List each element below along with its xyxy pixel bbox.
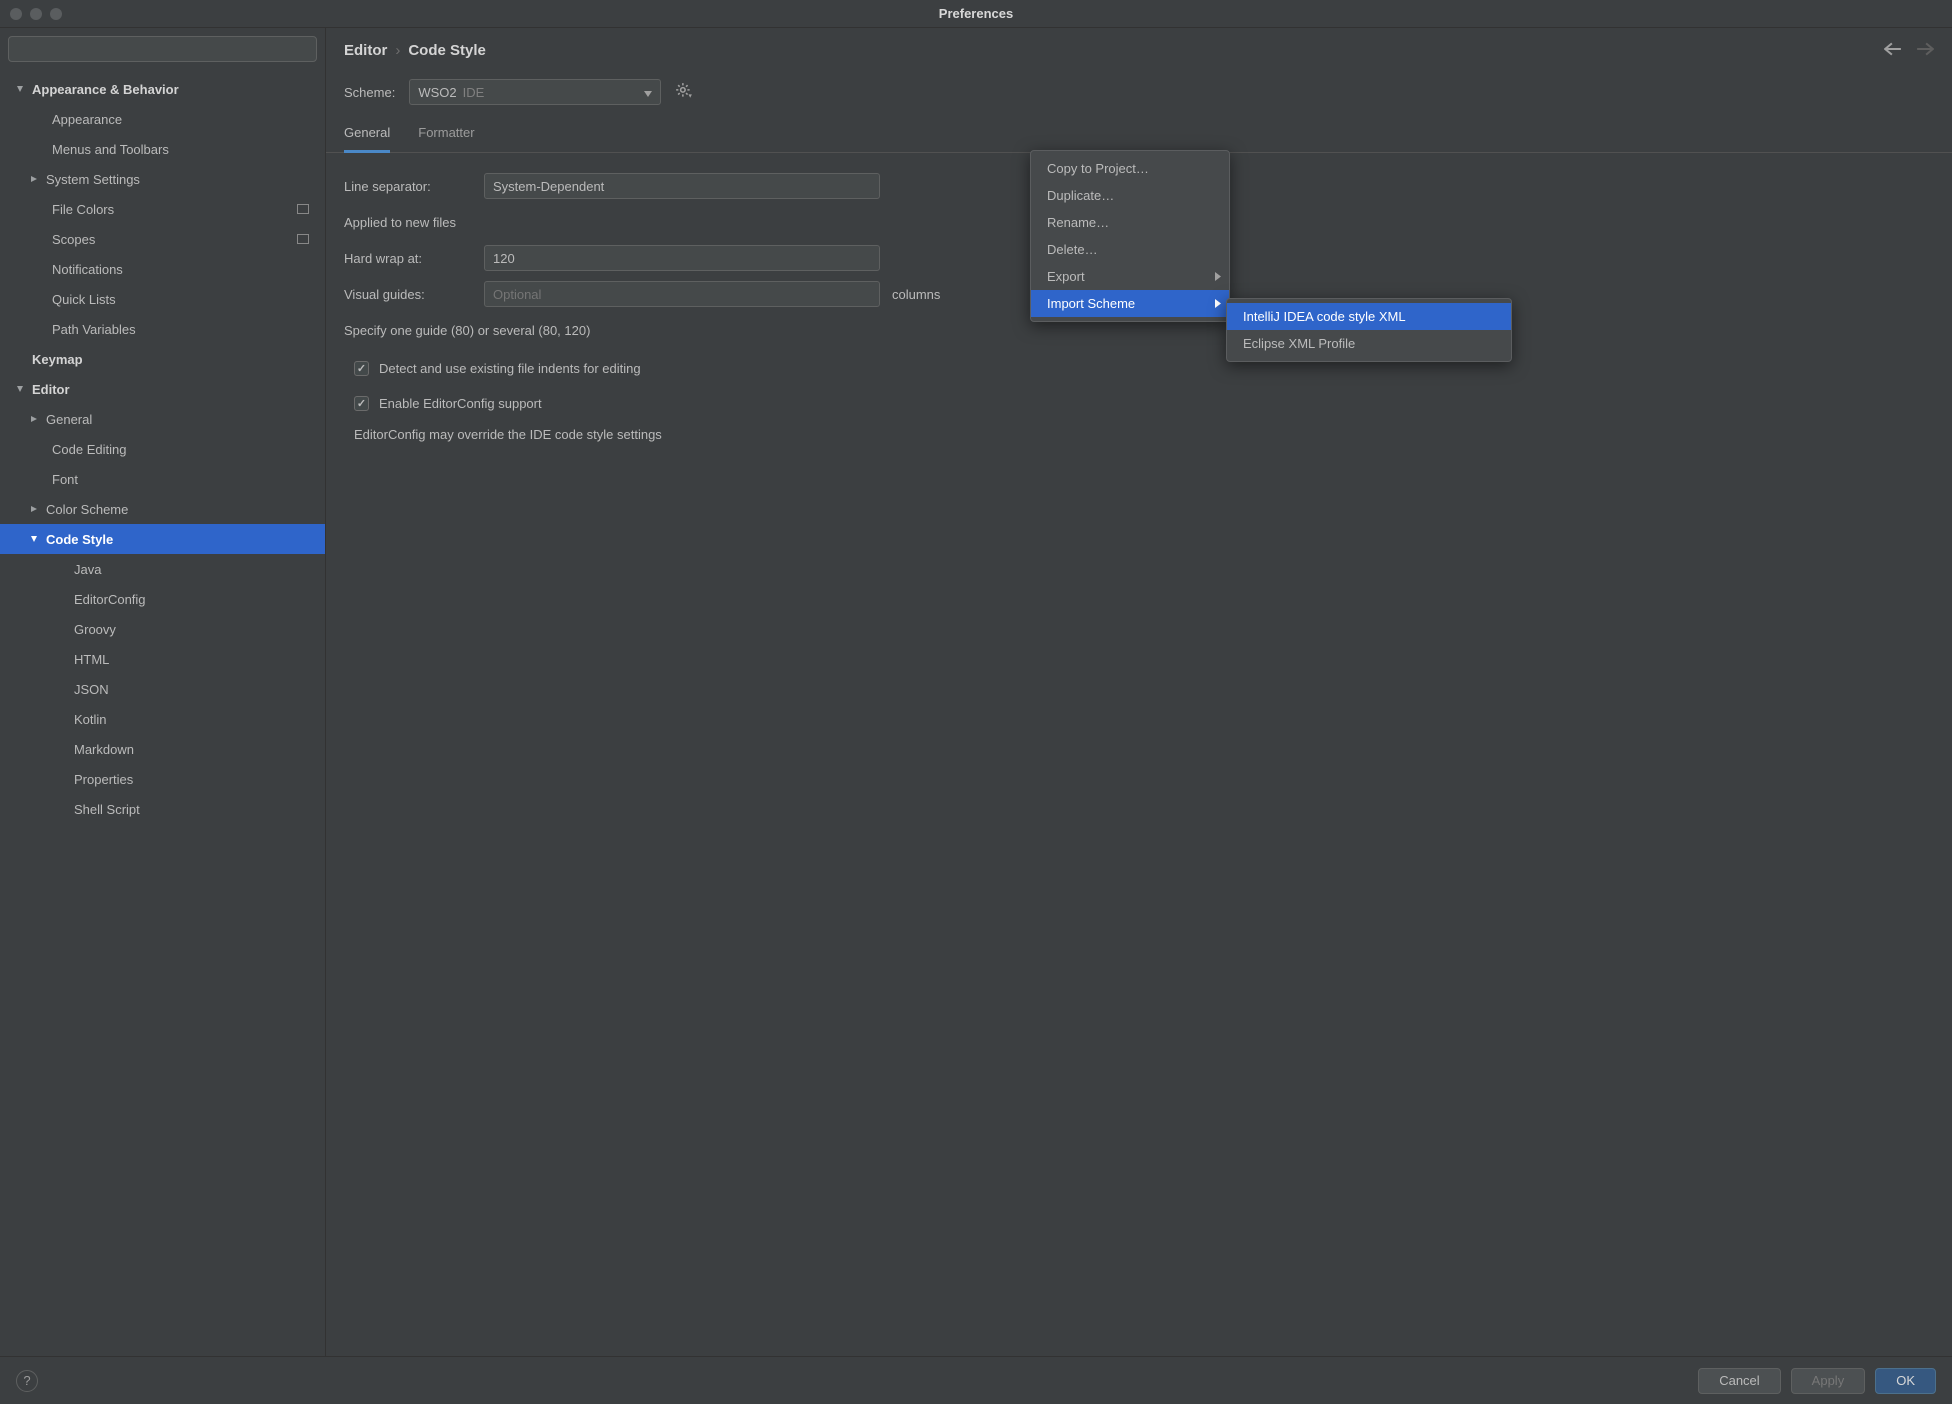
close-icon[interactable] <box>10 8 22 20</box>
menu-rename[interactable]: Rename… <box>1031 209 1229 236</box>
breadcrumb-leaf: Code Style <box>408 42 486 59</box>
sidebar-item-system-settings[interactable]: System Settings <box>0 164 325 194</box>
sidebar-item-font[interactable]: Font <box>0 464 325 494</box>
sidebar-item-general[interactable]: General <box>0 404 325 434</box>
sidebar-item-color-scheme[interactable]: Color Scheme <box>0 494 325 524</box>
sidebar-item-file-colors[interactable]: File Colors <box>0 194 325 224</box>
ok-button[interactable]: OK <box>1875 1368 1936 1394</box>
scheme-select[interactable]: WSO2 IDE <box>409 79 661 105</box>
title-bar: Preferences <box>0 0 1952 28</box>
minimize-icon[interactable] <box>30 8 42 20</box>
sidebar-item-keymap[interactable]: Keymap <box>0 344 325 374</box>
scheme-label: Scheme: <box>344 85 395 100</box>
scheme-actions-popup: Copy to Project… Duplicate… Rename… Dele… <box>1030 150 1230 322</box>
sidebar-item-shell-script[interactable]: Shell Script <box>0 794 325 824</box>
hard-wrap-value: 120 <box>493 251 515 266</box>
menu-export[interactable]: Export <box>1031 263 1229 290</box>
sidebar-item-code-editing[interactable]: Code Editing <box>0 434 325 464</box>
editorconfig-row[interactable]: Enable EditorConfig support <box>354 396 1934 411</box>
settings-tree: Appearance & Behavior Appearance Menus a… <box>0 70 325 1356</box>
visual-guides-unit: columns <box>892 287 940 302</box>
menu-import-scheme[interactable]: Import Scheme <box>1031 290 1229 317</box>
sidebar-item-properties[interactable]: Properties <box>0 764 325 794</box>
chevron-right-icon <box>1215 296 1221 311</box>
window-title: Preferences <box>939 6 1013 21</box>
sidebar-item-editorconfig[interactable]: EditorConfig <box>0 584 325 614</box>
gear-icon[interactable] <box>675 82 693 103</box>
scheme-scope: IDE <box>463 85 485 100</box>
apply-button[interactable]: Apply <box>1791 1368 1866 1394</box>
checkbox-checked-icon[interactable] <box>354 396 369 411</box>
sidebar-item-appearance-behavior[interactable]: Appearance & Behavior <box>0 74 325 104</box>
footer: ? Cancel Apply OK <box>0 1356 1952 1404</box>
sidebar-item-menus-toolbars[interactable]: Menus and Toolbars <box>0 134 325 164</box>
sidebar-item-kotlin[interactable]: Kotlin <box>0 704 325 734</box>
window-controls <box>0 8 62 20</box>
hard-wrap-label: Hard wrap at: <box>344 251 484 266</box>
main-panel: Editor › Code Style Scheme: WSO2 IDE Gen… <box>326 28 1952 1356</box>
detect-indents-row[interactable]: Detect and use existing file indents for… <box>354 361 1934 376</box>
checkbox-checked-icon[interactable] <box>354 361 369 376</box>
sidebar-item-json[interactable]: JSON <box>0 674 325 704</box>
zoom-icon[interactable] <box>50 8 62 20</box>
visual-guides-input[interactable]: Optional <box>484 281 880 307</box>
sidebar-item-groovy[interactable]: Groovy <box>0 614 325 644</box>
menu-intellij-xml[interactable]: IntelliJ IDEA code style XML <box>1227 303 1511 330</box>
line-separator-select[interactable]: System-Dependent <box>484 173 880 199</box>
hard-wrap-input[interactable]: 120 <box>484 245 880 271</box>
back-icon[interactable] <box>1884 42 1902 56</box>
tab-formatter[interactable]: Formatter <box>418 117 474 153</box>
editorconfig-label: Enable EditorConfig support <box>379 396 542 411</box>
detect-indents-label: Detect and use existing file indents for… <box>379 361 641 376</box>
sidebar-item-code-style[interactable]: Code Style <box>0 524 325 554</box>
menu-delete[interactable]: Delete… <box>1031 236 1229 263</box>
search-input[interactable] <box>8 36 317 62</box>
sidebar-item-editor[interactable]: Editor <box>0 374 325 404</box>
help-icon[interactable]: ? <box>16 1370 38 1392</box>
breadcrumb-root[interactable]: Editor <box>344 42 387 59</box>
project-badge-icon <box>297 234 309 244</box>
tabs: General Formatter <box>326 117 1952 153</box>
chevron-right-icon <box>1215 269 1221 284</box>
menu-copy-to-project[interactable]: Copy to Project… <box>1031 155 1229 182</box>
forward-icon <box>1916 42 1934 56</box>
sidebar-item-path-variables[interactable]: Path Variables <box>0 314 325 344</box>
import-scheme-submenu: IntelliJ IDEA code style XML Eclipse XML… <box>1226 298 1512 362</box>
sidebar-item-notifications[interactable]: Notifications <box>0 254 325 284</box>
project-badge-icon <box>297 204 309 214</box>
breadcrumb: Editor › Code Style <box>326 28 1952 63</box>
chevron-right-icon: › <box>395 42 400 59</box>
editorconfig-hint: EditorConfig may override the IDE code s… <box>354 427 1934 442</box>
visual-guides-label: Visual guides: <box>344 287 484 302</box>
visual-guides-placeholder: Optional <box>493 287 541 302</box>
sidebar-item-markdown[interactable]: Markdown <box>0 734 325 764</box>
line-separator-value: System-Dependent <box>493 179 604 194</box>
sidebar-item-scopes[interactable]: Scopes <box>0 224 325 254</box>
sidebar-item-java[interactable]: Java <box>0 554 325 584</box>
scheme-value: WSO2 <box>418 85 456 100</box>
tab-general[interactable]: General <box>344 117 390 153</box>
sidebar: Appearance & Behavior Appearance Menus a… <box>0 28 326 1356</box>
line-separator-label: Line separator: <box>344 179 484 194</box>
sidebar-item-appearance[interactable]: Appearance <box>0 104 325 134</box>
sidebar-item-html[interactable]: HTML <box>0 644 325 674</box>
menu-eclipse-xml[interactable]: Eclipse XML Profile <box>1227 330 1511 357</box>
sidebar-item-quick-lists[interactable]: Quick Lists <box>0 284 325 314</box>
chevron-down-icon <box>644 85 652 100</box>
menu-duplicate[interactable]: Duplicate… <box>1031 182 1229 209</box>
cancel-button[interactable]: Cancel <box>1698 1368 1780 1394</box>
